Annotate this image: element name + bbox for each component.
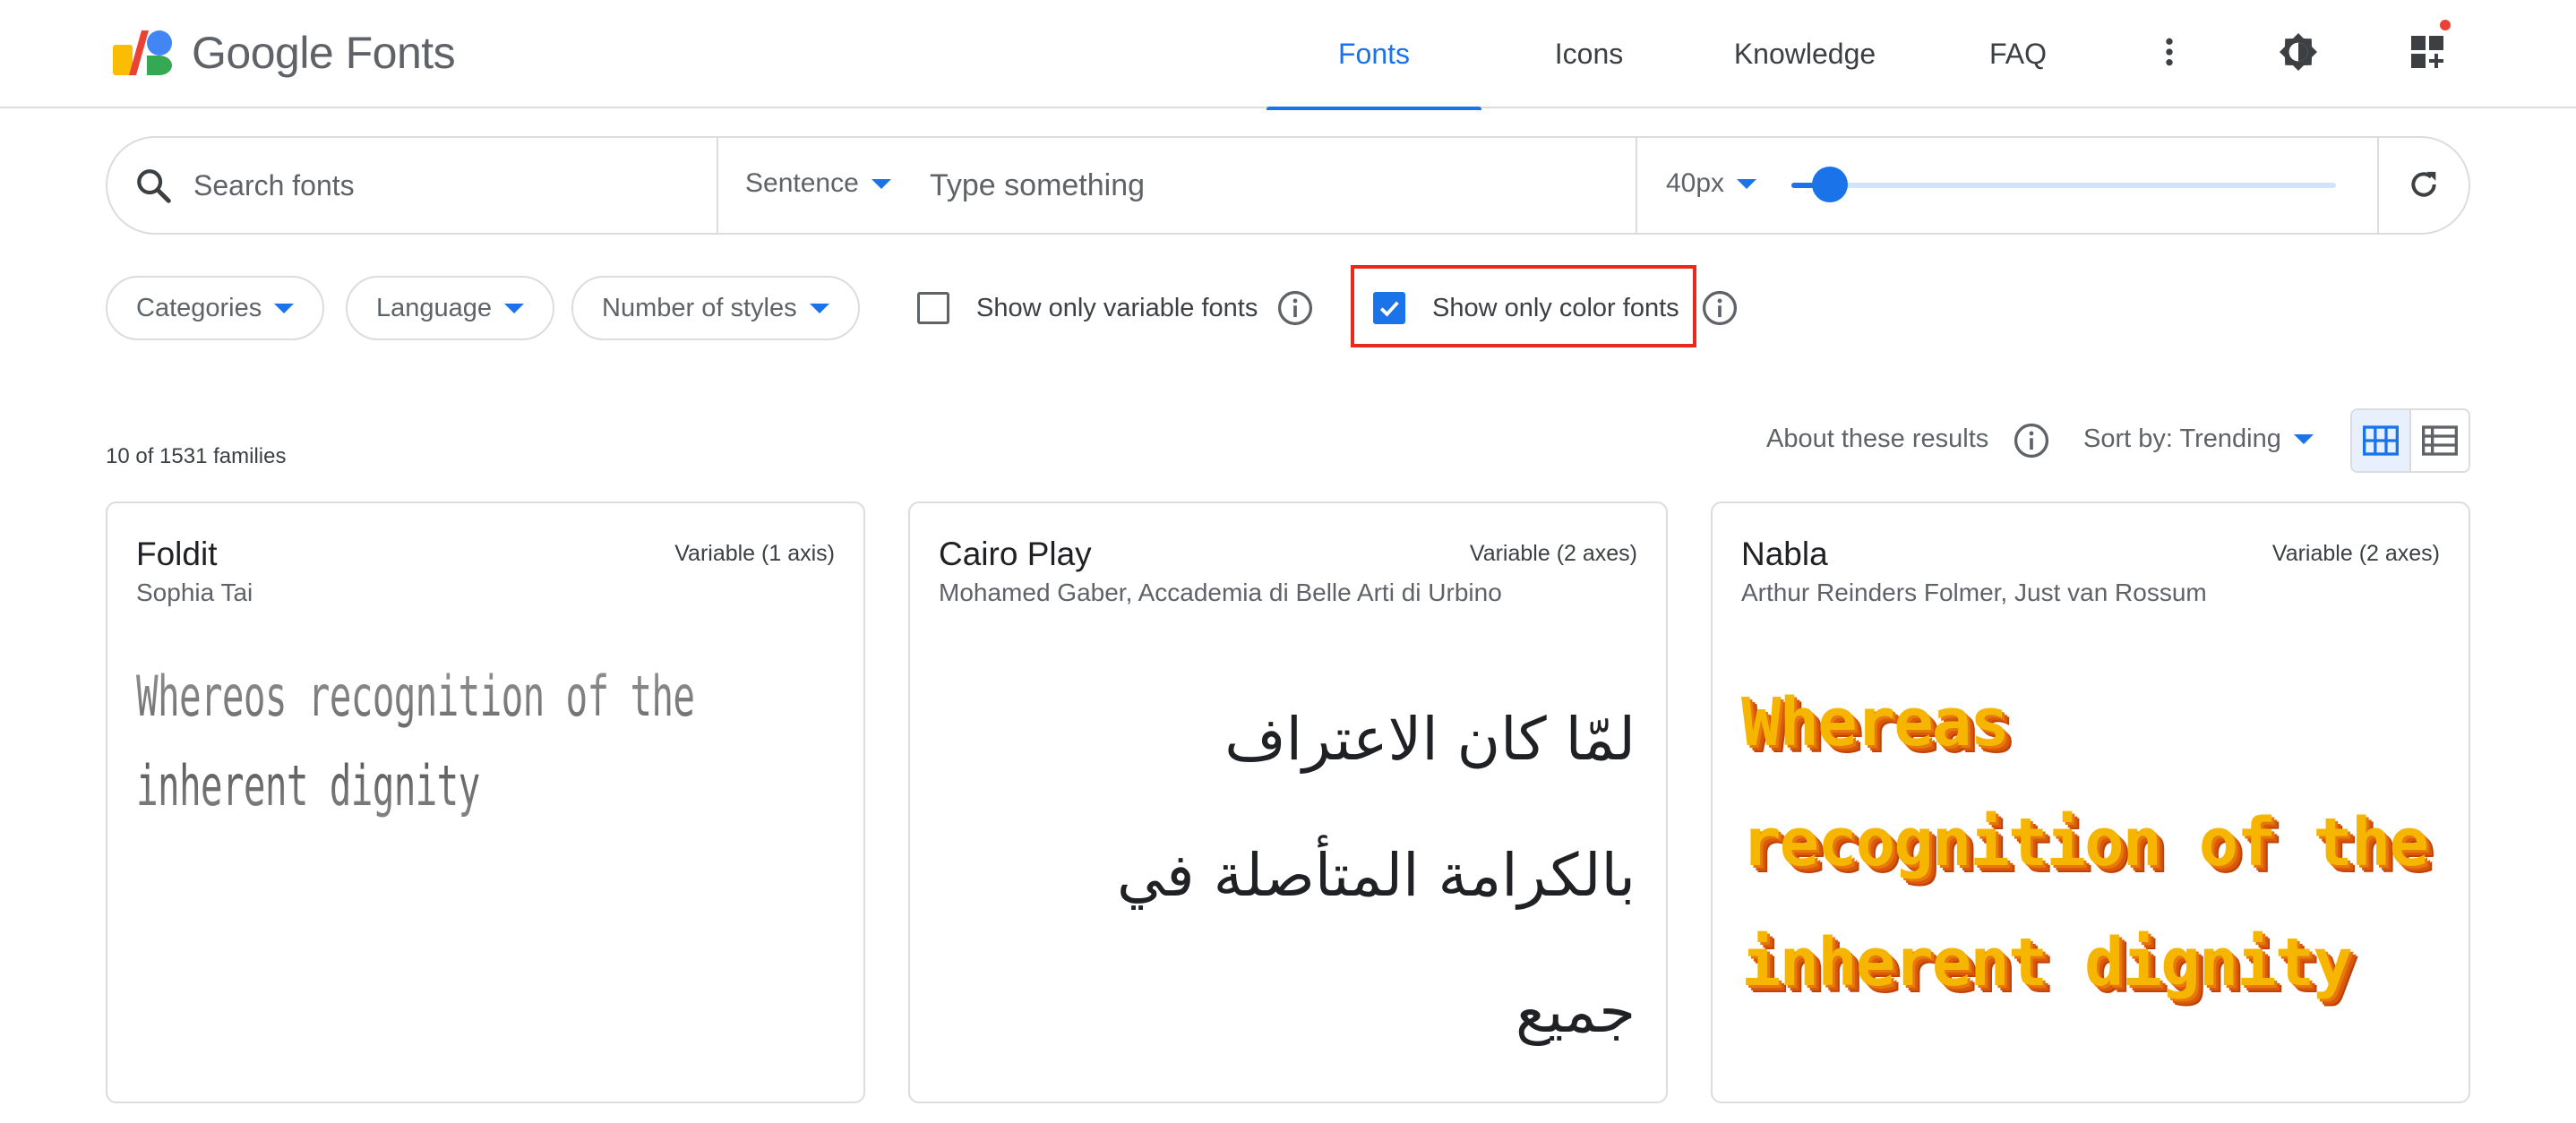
nav-tab-faq[interactable]: FAQ <box>1953 0 2083 108</box>
number-of-styles-filter-chip[interactable]: Number of styles <box>571 276 860 340</box>
grid-view-button[interactable] <box>2352 410 2410 471</box>
variable-axis-label: Variable (1 axis) <box>674 541 835 566</box>
chevron-down-icon <box>871 178 891 189</box>
chevron-down-icon <box>274 303 295 313</box>
language-filter-chip[interactable]: Language <box>346 276 555 340</box>
nav-tab-fonts[interactable]: Fonts <box>1267 0 1481 110</box>
font-size-label: 40px <box>1666 168 1725 198</box>
checkmark-icon <box>1379 301 1399 317</box>
grid-view-icon <box>2363 425 2399 456</box>
font-family-name: Foldit <box>136 536 218 572</box>
font-size-dropdown[interactable]: 40px <box>1666 168 1757 199</box>
top-app-bar: Google Fonts Fonts Icons Knowledge FAQ <box>0 0 2576 110</box>
notification-dot <box>2440 20 2451 30</box>
add-widget-icon[interactable] <box>2400 20 2454 79</box>
sample-line: بالكرامة المتأصلة في <box>1117 841 1636 910</box>
font-author: Sophia Tai <box>136 579 253 606</box>
variable-axis-label: Variable (2 axes) <box>2271 541 2440 566</box>
categories-filter-chip[interactable]: Categories <box>106 276 325 340</box>
font-sample-text: Whereos recognition of the inherent dign… <box>136 652 834 831</box>
color-fonts-label[interactable]: Show only color fonts <box>1432 294 1679 323</box>
chip-label: Categories <box>136 293 262 322</box>
sample-line: لمّا كان الاعتراف <box>1224 705 1636 774</box>
nav-tab-knowledge[interactable]: Knowledge <box>1711 0 1899 108</box>
google-fonts-logo[interactable]: Google Fonts <box>113 27 456 79</box>
font-card-nabla[interactable]: Nabla Variable (2 axes) Arthur Reinders … <box>1711 501 2470 1103</box>
font-family-name: Nabla <box>1741 536 1828 572</box>
logo-text: Google Fonts <box>192 28 456 78</box>
about-results-label[interactable]: About these results <box>1766 424 1988 454</box>
sort-dropdown[interactable]: Sort by: Trending <box>2083 424 2314 454</box>
font-author: Arthur Reinders Folmer, Just van Rossum <box>1741 579 2207 606</box>
info-icon[interactable] <box>1275 288 1315 328</box>
slider-thumb[interactable] <box>1811 167 1848 202</box>
list-view-icon <box>2421 425 2458 456</box>
google-fonts-logo-icon <box>113 29 172 77</box>
theme-toggle-icon[interactable] <box>2271 25 2325 79</box>
variable-fonts-checkbox[interactable] <box>917 292 949 324</box>
font-size-slider[interactable] <box>1791 183 2336 188</box>
results-count: 10 of 1531 families <box>106 444 287 468</box>
chevron-down-icon <box>1737 178 1757 189</box>
chip-label: Language <box>376 293 493 322</box>
chip-label: Number of styles <box>602 293 797 322</box>
font-sample-text: Whereas recognition of the inherent dign… <box>1741 684 2429 1001</box>
divider <box>717 138 718 233</box>
font-author: Mohamed Gaber, Accademia di Belle Arti d… <box>939 579 1502 606</box>
view-toggle <box>2350 408 2470 473</box>
search-input[interactable] <box>193 161 695 210</box>
font-sample-text: لمّا كان الاعتراف بالكرامة المتأصلة في ج… <box>937 672 1636 1080</box>
variable-axis-label: Variable (2 axes) <box>1469 541 1637 566</box>
info-icon[interactable] <box>2012 421 2051 460</box>
preview-mode-dropdown[interactable]: Sentence <box>745 168 891 199</box>
chevron-down-icon <box>2293 434 2314 444</box>
list-view-button[interactable] <box>2411 410 2469 471</box>
info-icon[interactable] <box>1700 288 1739 328</box>
color-fonts-checkbox[interactable] <box>1373 292 1405 324</box>
preview-text-input[interactable] <box>930 161 1610 210</box>
sample-line: جميع <box>1516 977 1636 1046</box>
font-family-name: Cairo Play <box>939 536 1092 572</box>
divider <box>2377 138 2379 233</box>
sort-label: Sort by: Trending <box>2083 424 2281 453</box>
search-icon <box>133 165 174 206</box>
more-vert-icon[interactable] <box>2142 25 2196 79</box>
divider <box>1636 138 1637 233</box>
font-card-cairo-play[interactable]: Cairo Play Variable (2 axes) Mohamed Gab… <box>908 501 1668 1103</box>
preview-mode-label: Sentence <box>745 168 859 198</box>
chevron-down-icon <box>504 303 525 313</box>
chevron-down-icon <box>809 303 829 313</box>
variable-fonts-label[interactable]: Show only variable fonts <box>976 294 1258 323</box>
nav-tab-icons[interactable]: Icons <box>1517 0 1661 108</box>
font-card-foldit[interactable]: Foldit Variable (1 axis) Sophia Tai Wher… <box>106 501 865 1103</box>
reset-icon[interactable] <box>2399 159 2449 210</box>
search-toolbar: Sentence 40px <box>106 136 2470 235</box>
